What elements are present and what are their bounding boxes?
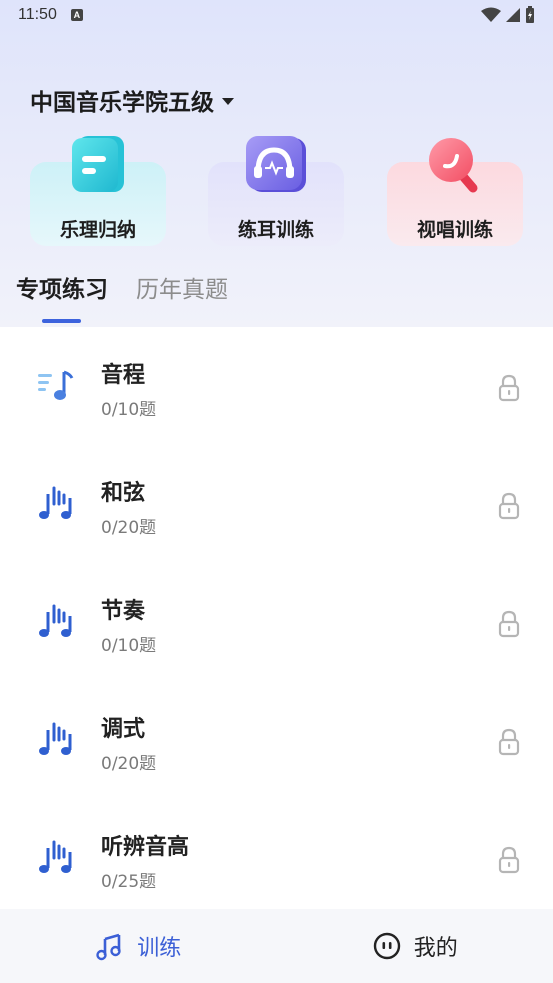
category-label: 视唱训练	[416, 219, 493, 241]
bottom-nav: 训练 我的	[0, 909, 553, 983]
signal-icon	[506, 8, 520, 22]
headphones-icon	[246, 136, 306, 192]
caret-down-icon	[222, 97, 234, 105]
lock-icon	[498, 374, 520, 402]
nav-profile[interactable]: 我的	[277, 909, 553, 983]
list-item[interactable]: 节奏 0/10题	[0, 563, 553, 681]
music-note-lines-icon	[38, 370, 74, 400]
status-icons	[481, 6, 535, 24]
nav-label: 我的	[413, 936, 458, 961]
item-title: 节奏	[101, 599, 146, 624]
microphone-icon	[429, 138, 478, 193]
wifi-icon	[481, 7, 501, 22]
music-notes-icon	[39, 604, 72, 637]
lock-icon	[498, 846, 520, 874]
music-notes-icon	[39, 486, 72, 519]
item-title: 音程	[101, 363, 146, 388]
lock-icon	[498, 610, 520, 638]
theory-card-icon	[72, 136, 124, 192]
face-icon	[373, 932, 400, 960]
category-theory[interactable]: 乐理归纳	[30, 136, 166, 246]
item-title: 调式	[101, 717, 146, 742]
item-count: 0/20题	[101, 754, 157, 774]
battery-icon	[526, 6, 534, 23]
item-count: 0/10题	[101, 400, 157, 420]
category-label: 乐理归纳	[59, 219, 136, 241]
list-item[interactable]: 调式 0/20题	[0, 681, 553, 799]
nav-label: 训练	[137, 936, 182, 961]
list-item[interactable]: 听辨音高 0/25题	[0, 799, 553, 917]
school-selector[interactable]: 中国音乐学院五级	[30, 84, 234, 116]
item-title: 和弦	[101, 481, 146, 506]
item-count: 0/25题	[101, 872, 157, 892]
category-sight-singing[interactable]: 视唱训练	[387, 138, 523, 246]
practice-tabs: 专项练习 历年真题	[16, 270, 228, 304]
category-ear-training[interactable]: 练耳训练	[208, 136, 344, 246]
status-bar: 11:50 A	[0, 0, 553, 30]
category-label: 练耳训练	[237, 219, 314, 241]
list-item[interactable]: 音程 0/10题	[0, 327, 553, 445]
item-count: 0/20题	[101, 518, 157, 538]
item-count: 0/10题	[101, 636, 157, 656]
music-notes-icon	[39, 722, 72, 755]
tab-past-exams[interactable]: 历年真题	[136, 270, 228, 304]
tab-indicator	[42, 319, 81, 323]
school-name: 中国音乐学院五级	[30, 90, 214, 116]
nav-training[interactable]: 训练	[0, 909, 277, 983]
status-time: 11:50	[18, 6, 57, 23]
lock-icon	[498, 492, 520, 520]
music-notes-icon	[39, 840, 72, 873]
notification-icon: A	[70, 9, 83, 21]
list-item[interactable]: 和弦 0/20题	[0, 445, 553, 563]
tab-special-practice[interactable]: 专项练习	[16, 270, 108, 304]
item-title: 听辨音高	[101, 835, 190, 860]
lock-icon	[498, 728, 520, 756]
music-note-icon	[96, 933, 121, 961]
